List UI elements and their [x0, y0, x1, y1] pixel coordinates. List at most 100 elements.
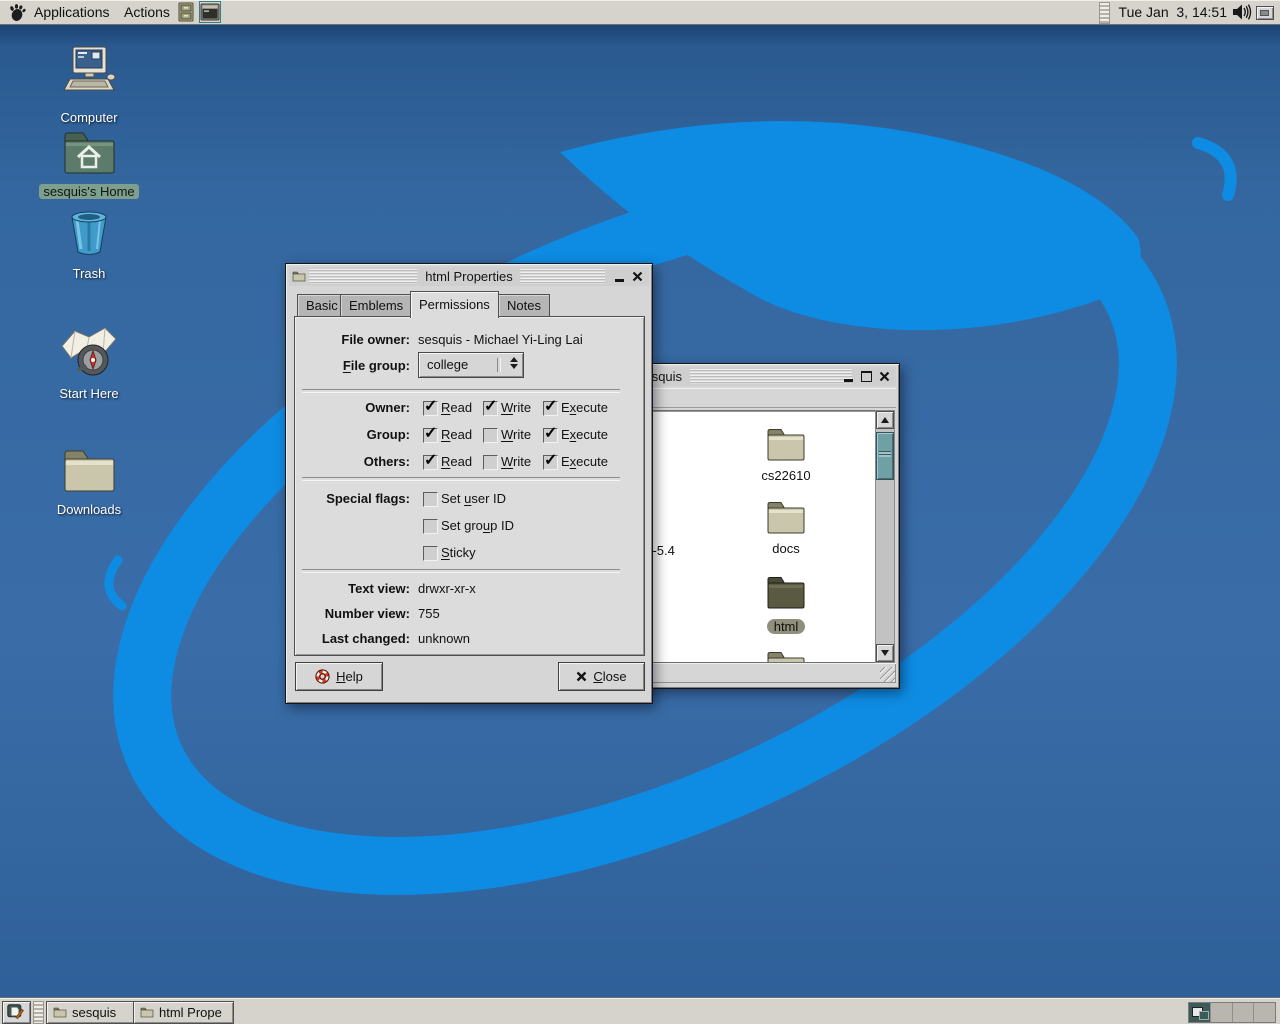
computer-icon — [58, 46, 120, 102]
list-item[interactable]: docs — [728, 500, 844, 556]
tab-emblems[interactable]: Emblems — [340, 294, 412, 317]
dialog-titlebar[interactable]: html Properties — [289, 267, 649, 286]
last-changed-label: Last changed: — [295, 631, 410, 646]
workspace-switcher — [1188, 1002, 1276, 1023]
desktop-icon-computer[interactable]: Computer — [31, 46, 147, 127]
arrow-up-icon — [881, 417, 889, 423]
checkbox-group-write[interactable] — [483, 428, 498, 443]
dialog-title: html Properties — [417, 267, 520, 286]
checkbox-label-read[interactable]: Read — [441, 400, 472, 415]
folder-icon — [765, 427, 807, 463]
close-x-icon — [576, 671, 587, 682]
checkbox-label-set-user-id[interactable]: Set user ID — [441, 491, 506, 506]
workspace-3[interactable] — [1233, 1003, 1255, 1022]
gnome-foot-icon[interactable] — [7, 3, 26, 22]
scroll-up-button[interactable] — [876, 411, 894, 429]
file-group-label: File group: — [295, 358, 410, 373]
file-group-dropdown[interactable]: college — [418, 352, 524, 378]
folder-icon — [765, 575, 807, 611]
checkbox-others-write[interactable] — [483, 455, 498, 470]
checkbox-label-sticky[interactable]: Sticky — [441, 545, 476, 560]
dropdown-separator — [497, 358, 501, 372]
tab-notes[interactable]: Notes — [498, 294, 550, 317]
minimize-button[interactable] — [611, 269, 627, 284]
permission-row-group: Group: Read Write Execute — [295, 426, 644, 442]
desktop: Computer sesquis's Home Trash — [0, 0, 1280, 1024]
task-button-label: html Prope — [159, 1005, 222, 1020]
close-button[interactable] — [629, 269, 645, 284]
start-here-icon — [59, 326, 119, 378]
checkbox-label-read[interactable]: Read — [441, 454, 472, 469]
separator — [302, 569, 620, 573]
workspace-4[interactable] — [1254, 1003, 1275, 1022]
thumb-ridges — [879, 451, 891, 457]
checkbox-set-user-id[interactable] — [423, 492, 438, 507]
checkbox-label-read[interactable]: Read — [441, 427, 472, 442]
number-view-value: 755 — [418, 606, 440, 621]
checkbox-sticky[interactable] — [423, 546, 438, 561]
help-lifebuoy-icon — [315, 669, 330, 684]
checkbox-owner-execute[interactable] — [543, 401, 558, 416]
spinner-arrows-icon — [510, 357, 518, 369]
tab-permissions[interactable]: Permissions — [410, 291, 499, 318]
workspace-2[interactable] — [1211, 1003, 1233, 1022]
checkbox-label-set-group-id[interactable]: Set group ID — [441, 518, 514, 533]
task-button-sesquis[interactable]: sesquis — [46, 1001, 144, 1024]
folder-icon — [53, 1007, 67, 1018]
list-item[interactable] — [728, 650, 844, 663]
special-flags-label: Special flags: — [295, 491, 410, 506]
checkbox-label-execute[interactable]: Execute — [561, 400, 608, 415]
help-button[interactable]: Help — [295, 662, 383, 691]
checkbox-label-write[interactable]: Write — [501, 400, 531, 415]
minimize-button[interactable] — [840, 369, 856, 384]
show-desktop-button[interactable] — [2, 1001, 31, 1024]
checkbox-group-execute[interactable] — [543, 428, 558, 443]
menu-actions[interactable]: Actions — [124, 0, 170, 24]
tray-icon[interactable] — [1256, 6, 1274, 20]
resize-grip[interactable] — [880, 667, 895, 682]
checkbox-owner-write[interactable] — [483, 401, 498, 416]
checkbox-label-execute[interactable]: Execute — [561, 427, 608, 442]
checkbox-group-read[interactable] — [423, 428, 438, 443]
number-view-label: Number view: — [295, 606, 410, 621]
clock-applet[interactable]: Tue Jan 3, 14:51 — [1119, 0, 1227, 24]
folder-icon — [292, 271, 306, 282]
checkbox-others-execute[interactable] — [543, 455, 558, 470]
checkbox-label-execute[interactable]: Execute — [561, 454, 608, 469]
desktop-icon-trash[interactable]: Trash — [31, 208, 147, 283]
desktop-icon-start-here[interactable]: Start Here — [31, 326, 147, 403]
maximize-button[interactable] — [858, 369, 874, 384]
text-view-label: Text view: — [295, 581, 410, 596]
checkbox-others-read[interactable] — [423, 455, 438, 470]
task-button-html-properties[interactable]: html Prope — [133, 1001, 234, 1024]
trash-icon — [64, 208, 114, 258]
desktop-icon-downloads[interactable]: Downloads — [31, 448, 147, 519]
list-item-selected[interactable]: html — [728, 575, 844, 636]
workspace-1[interactable] — [1189, 1003, 1211, 1022]
list-item[interactable]: cs22610 — [728, 427, 844, 483]
checkbox-set-group-id[interactable] — [423, 519, 438, 534]
taskbar-handle[interactable] — [33, 1001, 44, 1024]
permission-row-others: Others: Read Write Execute — [295, 453, 644, 469]
vertical-scrollbar[interactable] — [875, 410, 895, 663]
checkbox-label-write[interactable]: Write — [501, 427, 531, 442]
desktop-notes-icon — [7, 1004, 24, 1019]
folder-icon — [140, 1007, 154, 1018]
checkbox-owner-read[interactable] — [423, 401, 438, 416]
help-button-label: Help — [336, 669, 363, 684]
volume-icon[interactable] — [1231, 3, 1252, 21]
checkbox-label-write[interactable]: Write — [501, 454, 531, 469]
scrollbar-thumb[interactable] — [876, 432, 894, 480]
permissions-tab-page: File owner: sesquis - Michael Yi-Ling La… — [294, 316, 645, 656]
top-panel: Applications Actions Tue Jan 3, 14:51 — [0, 0, 1280, 25]
close-icon — [632, 271, 643, 282]
desktop-icon-home[interactable]: sesquis's Home — [31, 130, 147, 201]
scroll-down-button[interactable] — [876, 644, 894, 662]
panel-handle[interactable] — [1099, 2, 1110, 24]
home-folder-icon — [61, 130, 117, 176]
menu-applications[interactable]: Applications — [34, 0, 110, 24]
close-button[interactable]: Close — [558, 662, 645, 691]
file-manager-launcher-icon[interactable] — [176, 2, 196, 22]
close-button[interactable] — [876, 369, 892, 384]
terminal-launcher-icon[interactable] — [200, 2, 220, 22]
